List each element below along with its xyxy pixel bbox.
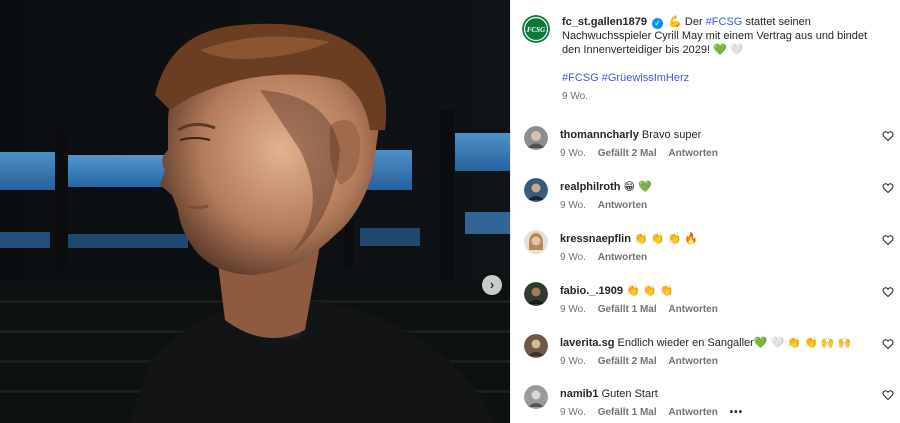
caption-emoji-flex: 💪 bbox=[668, 16, 682, 28]
comment-username[interactable]: namib1 bbox=[560, 388, 599, 400]
verified-check-icon: ✓ bbox=[652, 18, 664, 29]
reply-button[interactable]: Antworten bbox=[598, 200, 647, 211]
portrait-image bbox=[0, 0, 510, 423]
reply-button[interactable]: Antworten bbox=[668, 407, 717, 418]
comment-item: fabio._.1909 👏 👏 👏 9 Wo. Gefällt 1 Mal A… bbox=[524, 282, 894, 322]
comment-meta: 9 Wo. Gefällt 1 Mal Antworten ••• bbox=[560, 407, 752, 418]
avatar[interactable] bbox=[524, 126, 548, 150]
reply-button[interactable]: Antworten bbox=[668, 356, 717, 367]
comment-like-count[interactable]: Gefällt 1 Mal bbox=[598, 407, 657, 418]
heart-outline-icon[interactable] bbox=[882, 130, 894, 142]
comment-meta: 9 Wo. Gefällt 2 Mal Antworten bbox=[560, 356, 727, 367]
comment-username[interactable]: laverita.sg bbox=[560, 337, 614, 349]
hashtag-line: #FCSG #GrüewissImHerz bbox=[562, 71, 882, 85]
next-image-button[interactable]: › bbox=[482, 275, 502, 295]
comment-item: laverita.sg Endlich wieder en Sangaller💚… bbox=[524, 334, 894, 374]
caption-pre: Der bbox=[684, 16, 703, 28]
hashtag-link[interactable]: #FCSG bbox=[562, 72, 599, 84]
comment-meta: 9 Wo. Gefällt 2 Mal Antworten bbox=[560, 148, 727, 159]
heart-outline-icon[interactable] bbox=[882, 182, 894, 194]
comment-time[interactable]: 9 Wo. bbox=[560, 407, 586, 418]
comment-username[interactable]: thomanncharly bbox=[560, 129, 639, 141]
avatar[interactable] bbox=[524, 334, 548, 358]
comment-like-count[interactable]: Gefällt 2 Mal bbox=[598, 148, 657, 159]
avatar[interactable] bbox=[524, 282, 548, 306]
avatar[interactable] bbox=[524, 178, 548, 202]
comment-username[interactable]: kressnaepflin bbox=[560, 233, 631, 245]
comment-meta: 9 Wo. Antworten bbox=[560, 200, 656, 211]
account-avatar[interactable]: FCSG bbox=[522, 15, 550, 43]
heart-outline-icon[interactable] bbox=[882, 389, 894, 401]
comment-text: 👏 👏 👏 bbox=[626, 285, 674, 297]
hashtag-link[interactable]: #GrüewissImHerz bbox=[602, 72, 689, 84]
fcsg-logo-icon: FCSG bbox=[522, 15, 550, 43]
comment-time[interactable]: 9 Wo. bbox=[560, 200, 586, 211]
comment-time[interactable]: 9 Wo. bbox=[560, 304, 586, 315]
comment-time[interactable]: 9 Wo. bbox=[560, 148, 586, 159]
comment-time[interactable]: 9 Wo. bbox=[560, 356, 586, 367]
post-caption: FCSG fc_st.gallen1879 ✓ 💪 Der #FCSG stat… bbox=[522, 15, 892, 104]
comment-time[interactable]: 9 Wo. bbox=[560, 252, 586, 263]
heart-outline-icon[interactable] bbox=[882, 338, 894, 350]
post-details-panel: FCSG fc_st.gallen1879 ✓ 💪 Der #FCSG stat… bbox=[510, 0, 900, 423]
comment-username[interactable]: fabio._.1909 bbox=[560, 285, 623, 297]
comment-text: 👏 👏 👏 🔥 bbox=[633, 233, 698, 245]
logo-text: FCSG bbox=[527, 26, 545, 34]
heart-outline-icon[interactable] bbox=[882, 234, 894, 246]
post-viewer: › FCSG fc_st.gallen1879 ✓ 💪 Der #FCSG st… bbox=[0, 0, 900, 423]
caption-text: fc_st.gallen1879 ✓ 💪 Der #FCSG stattet s… bbox=[562, 15, 882, 57]
reply-button[interactable]: Antworten bbox=[668, 304, 717, 315]
comment-item: thomanncharly Bravo super 9 Wo. Gefällt … bbox=[524, 126, 894, 166]
post-username[interactable]: fc_st.gallen1879 bbox=[562, 16, 647, 28]
comment-text: 😁 💚 bbox=[623, 181, 652, 193]
comment-meta: 9 Wo. Gefällt 1 Mal Antworten bbox=[560, 304, 727, 315]
comment-username[interactable]: realphilroth bbox=[560, 181, 621, 193]
comment-text: Bravo super bbox=[641, 129, 702, 141]
reply-button[interactable]: Antworten bbox=[598, 252, 647, 263]
comment-text: Endlich wieder en Sangaller💚 🤍 👏 👏 🙌 🙌 bbox=[617, 337, 852, 349]
comment-text: Guten Start bbox=[601, 388, 658, 400]
avatar[interactable] bbox=[524, 230, 548, 254]
comment-meta: 9 Wo. Antworten bbox=[560, 252, 656, 263]
caption-emoji-hearts: 💚 🤍 bbox=[713, 44, 744, 56]
heart-outline-icon[interactable] bbox=[882, 286, 894, 298]
comment-like-count[interactable]: Gefällt 1 Mal bbox=[598, 304, 657, 315]
more-options-icon[interactable]: ••• bbox=[730, 407, 744, 418]
hashtag-link[interactable]: #FCSG bbox=[706, 16, 743, 28]
avatar[interactable] bbox=[524, 385, 548, 409]
reply-button[interactable]: Antworten bbox=[668, 148, 717, 159]
comment-like-count[interactable]: Gefällt 2 Mal bbox=[598, 356, 657, 367]
post-time[interactable]: 9 Wo. bbox=[562, 90, 882, 104]
comment-item: kressnaepflin 👏 👏 👏 🔥 9 Wo. Antworten bbox=[524, 230, 894, 270]
caption-body: fc_st.gallen1879 ✓ 💪 Der #FCSG stattet s… bbox=[562, 15, 882, 104]
post-photo: › bbox=[0, 0, 510, 423]
comment-item: realphilroth 😁 💚 9 Wo. Antworten bbox=[524, 178, 894, 218]
comment-item: namib1 Guten Start 9 Wo. Gefällt 1 Mal A… bbox=[524, 385, 894, 423]
